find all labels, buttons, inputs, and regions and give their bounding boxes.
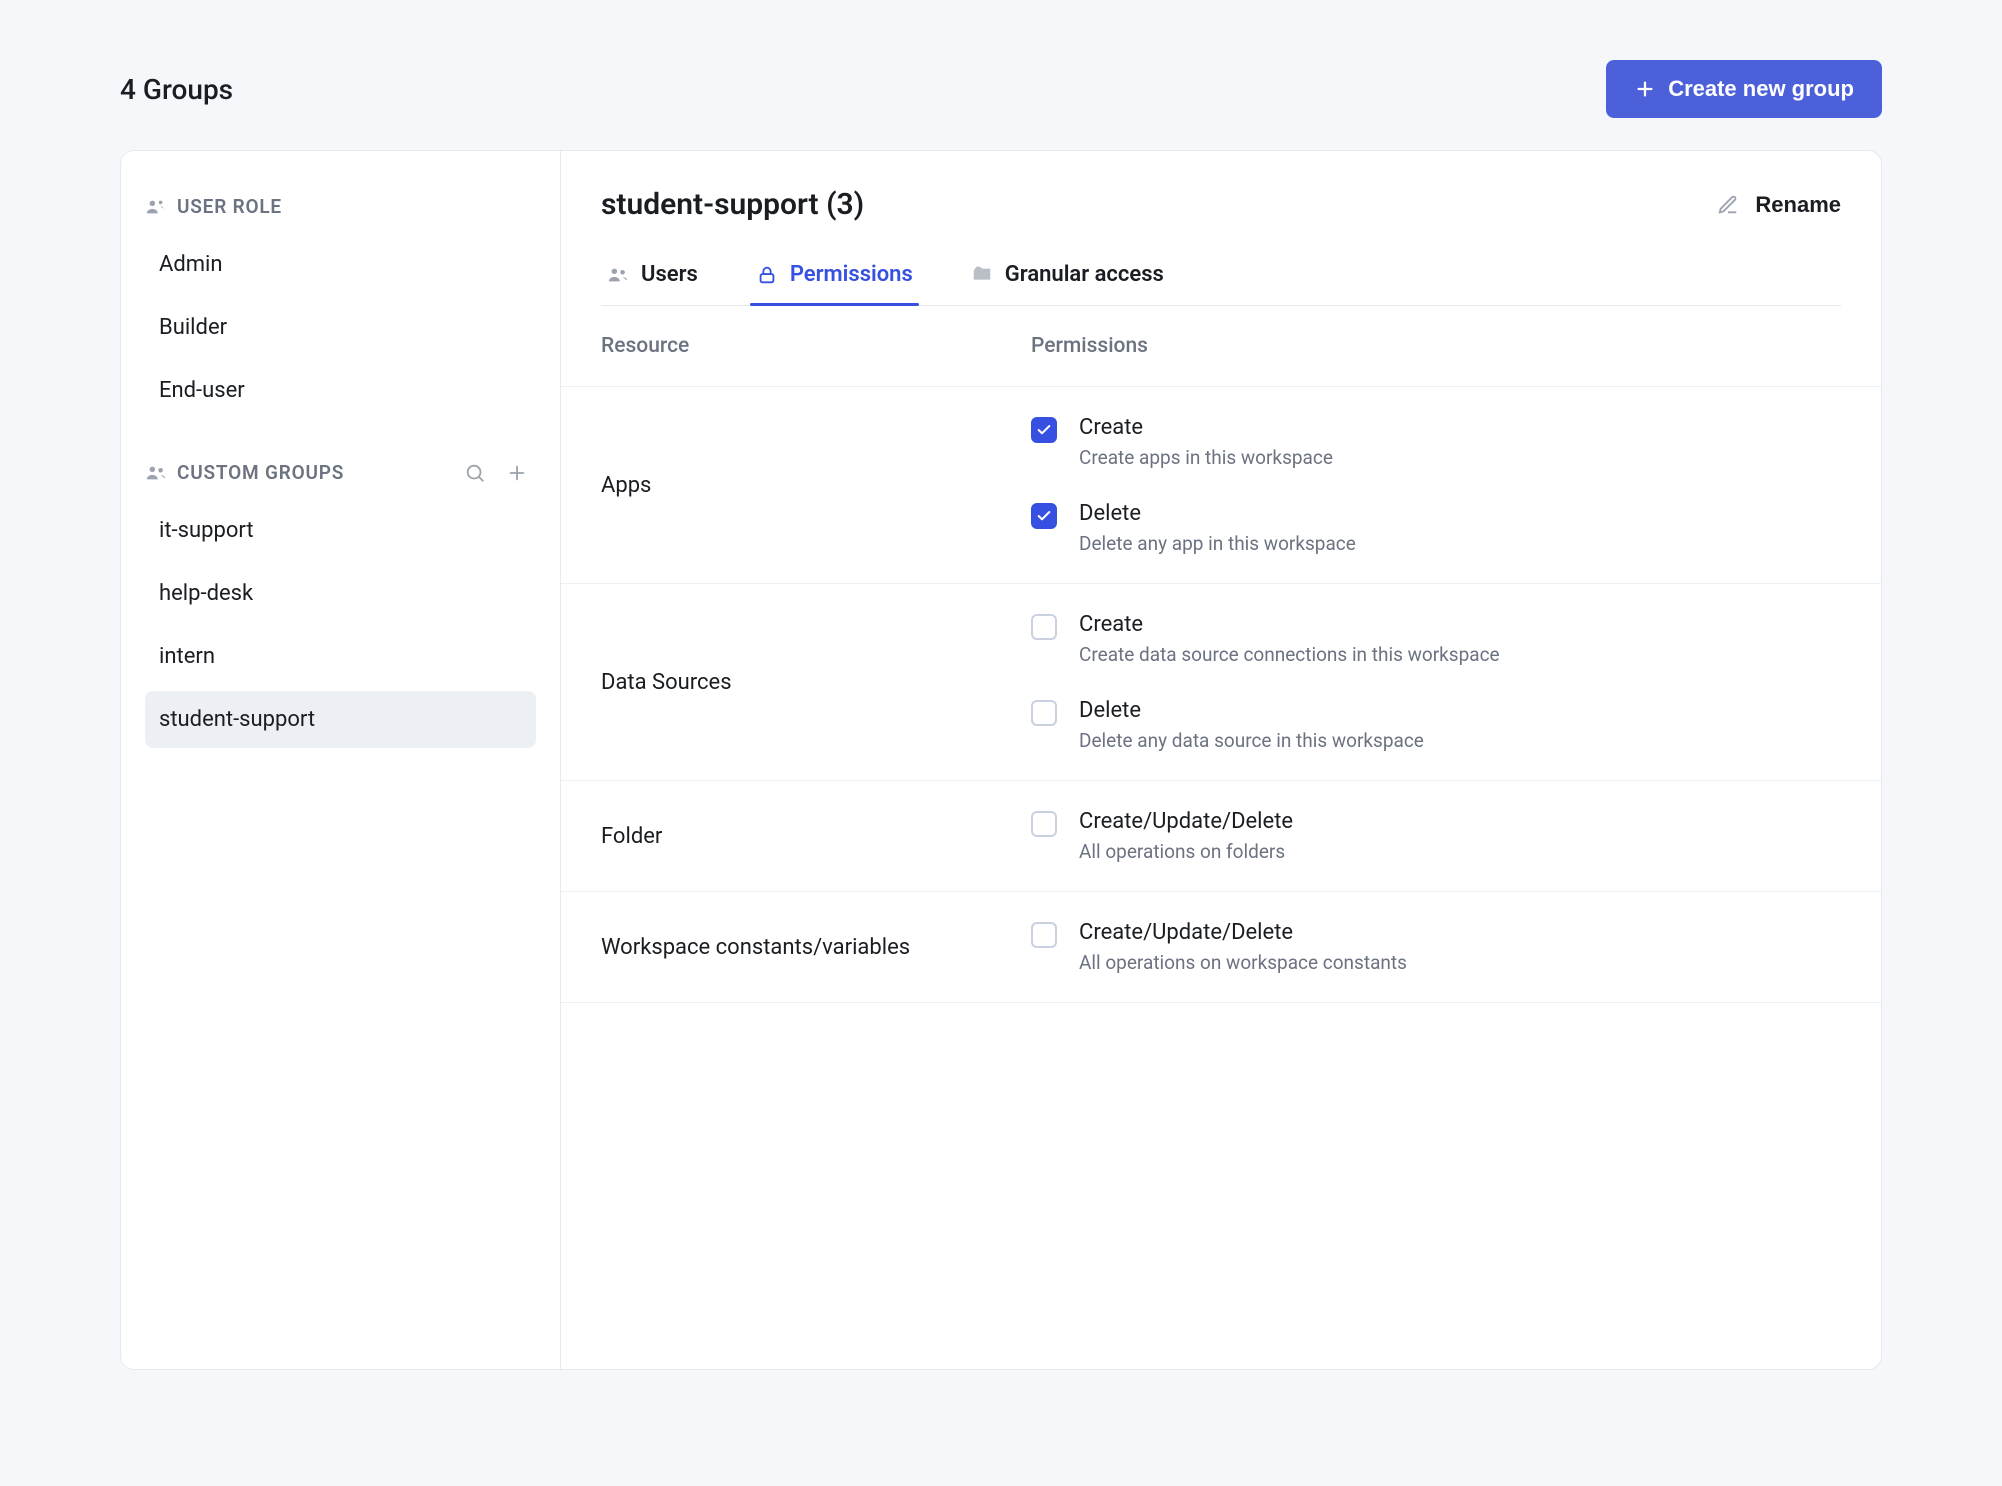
permission-checkbox[interactable]: [1031, 417, 1057, 443]
permission-row: Apps Create Create apps in this workspace D…: [561, 387, 1881, 584]
permission-description: Create data source connections in this w…: [1079, 643, 1500, 666]
permissions-icon: [756, 264, 778, 286]
tab-label: Users: [641, 262, 698, 287]
permission-item: Create/Update/Delete All operations on wo…: [1031, 920, 1841, 974]
tab-permissions[interactable]: Permissions: [750, 250, 919, 305]
plus-icon: [1634, 78, 1656, 100]
sidebar-custom-item[interactable]: student-support: [145, 691, 536, 748]
permission-label: Delete: [1079, 698, 1424, 723]
resource-name: Data Sources: [601, 612, 1031, 752]
sidebar-role-item[interactable]: Admin: [145, 236, 536, 293]
search-icon[interactable]: [464, 462, 486, 484]
permission-checkbox[interactable]: [1031, 811, 1057, 837]
rename-label: Rename: [1755, 192, 1841, 218]
permission-description: All operations on workspace constants: [1079, 951, 1407, 974]
permission-description: All operations on folders: [1079, 840, 1293, 863]
resource-name: Folder: [601, 809, 1031, 863]
column-resource: Resource: [601, 334, 1031, 358]
sidebar-custom-item[interactable]: help-desk: [145, 565, 536, 622]
permission-item: Create Create apps in this workspace: [1031, 415, 1841, 469]
groups-count: 4 Groups: [120, 73, 233, 106]
rename-button[interactable]: Rename: [1717, 192, 1841, 218]
permission-checkbox[interactable]: [1031, 614, 1057, 640]
granular-access-icon: [971, 264, 993, 286]
user-role-section-label: USER ROLE: [177, 195, 282, 218]
resource-name: Workspace constants/variables: [601, 920, 1031, 974]
permission-checkbox[interactable]: [1031, 922, 1057, 948]
sidebar-custom-item[interactable]: intern: [145, 628, 536, 685]
create-group-button[interactable]: Create new group: [1606, 60, 1882, 118]
group-title: student-support (3): [601, 187, 864, 222]
add-group-icon[interactable]: [506, 462, 528, 484]
tab-users[interactable]: Users: [601, 250, 704, 305]
resource-name: Apps: [601, 415, 1031, 555]
permission-row: Folder Create/Update/Delete All operations…: [561, 781, 1881, 892]
permission-label: Create/Update/Delete: [1079, 809, 1293, 834]
tab-label: Granular access: [1005, 262, 1164, 287]
custom-groups-icon: [145, 462, 167, 484]
permission-description: Delete any app in this workspace: [1079, 532, 1356, 555]
permission-description: Delete any data source in this workspace: [1079, 729, 1424, 752]
sidebar-custom-item[interactable]: it-support: [145, 502, 536, 559]
permission-item: Delete Delete any app in this workspace: [1031, 501, 1841, 555]
permission-item: Create/Update/Delete All operations on fo…: [1031, 809, 1841, 863]
users-icon: [607, 264, 629, 286]
permission-checkbox[interactable]: [1031, 700, 1057, 726]
custom-groups-section-label: CUSTOM GROUPS: [177, 461, 344, 484]
permission-label: Create/Update/Delete: [1079, 920, 1407, 945]
create-group-label: Create new group: [1668, 76, 1854, 102]
permission-row: Workspace constants/variablesCreate/Upda…: [561, 892, 1881, 1003]
tab-granular-access[interactable]: Granular access: [965, 250, 1170, 305]
tab-label: Permissions: [790, 262, 913, 287]
user-role-icon: [145, 196, 167, 218]
permission-label: Delete: [1079, 501, 1356, 526]
permission-description: Create apps in this workspace: [1079, 446, 1333, 469]
permission-item: Create Create data source connections in …: [1031, 612, 1841, 666]
permission-label: Create: [1079, 415, 1333, 440]
sidebar-role-item[interactable]: End-user: [145, 362, 536, 419]
permission-item: Delete Delete any data source in this wor…: [1031, 698, 1841, 752]
edit-icon: [1717, 194, 1739, 216]
permission-label: Create: [1079, 612, 1500, 637]
sidebar-role-item[interactable]: Builder: [145, 299, 536, 356]
permission-row: Data Sources Create Create data source con…: [561, 584, 1881, 781]
permission-checkbox[interactable]: [1031, 503, 1057, 529]
column-permissions: Permissions: [1031, 334, 1841, 358]
